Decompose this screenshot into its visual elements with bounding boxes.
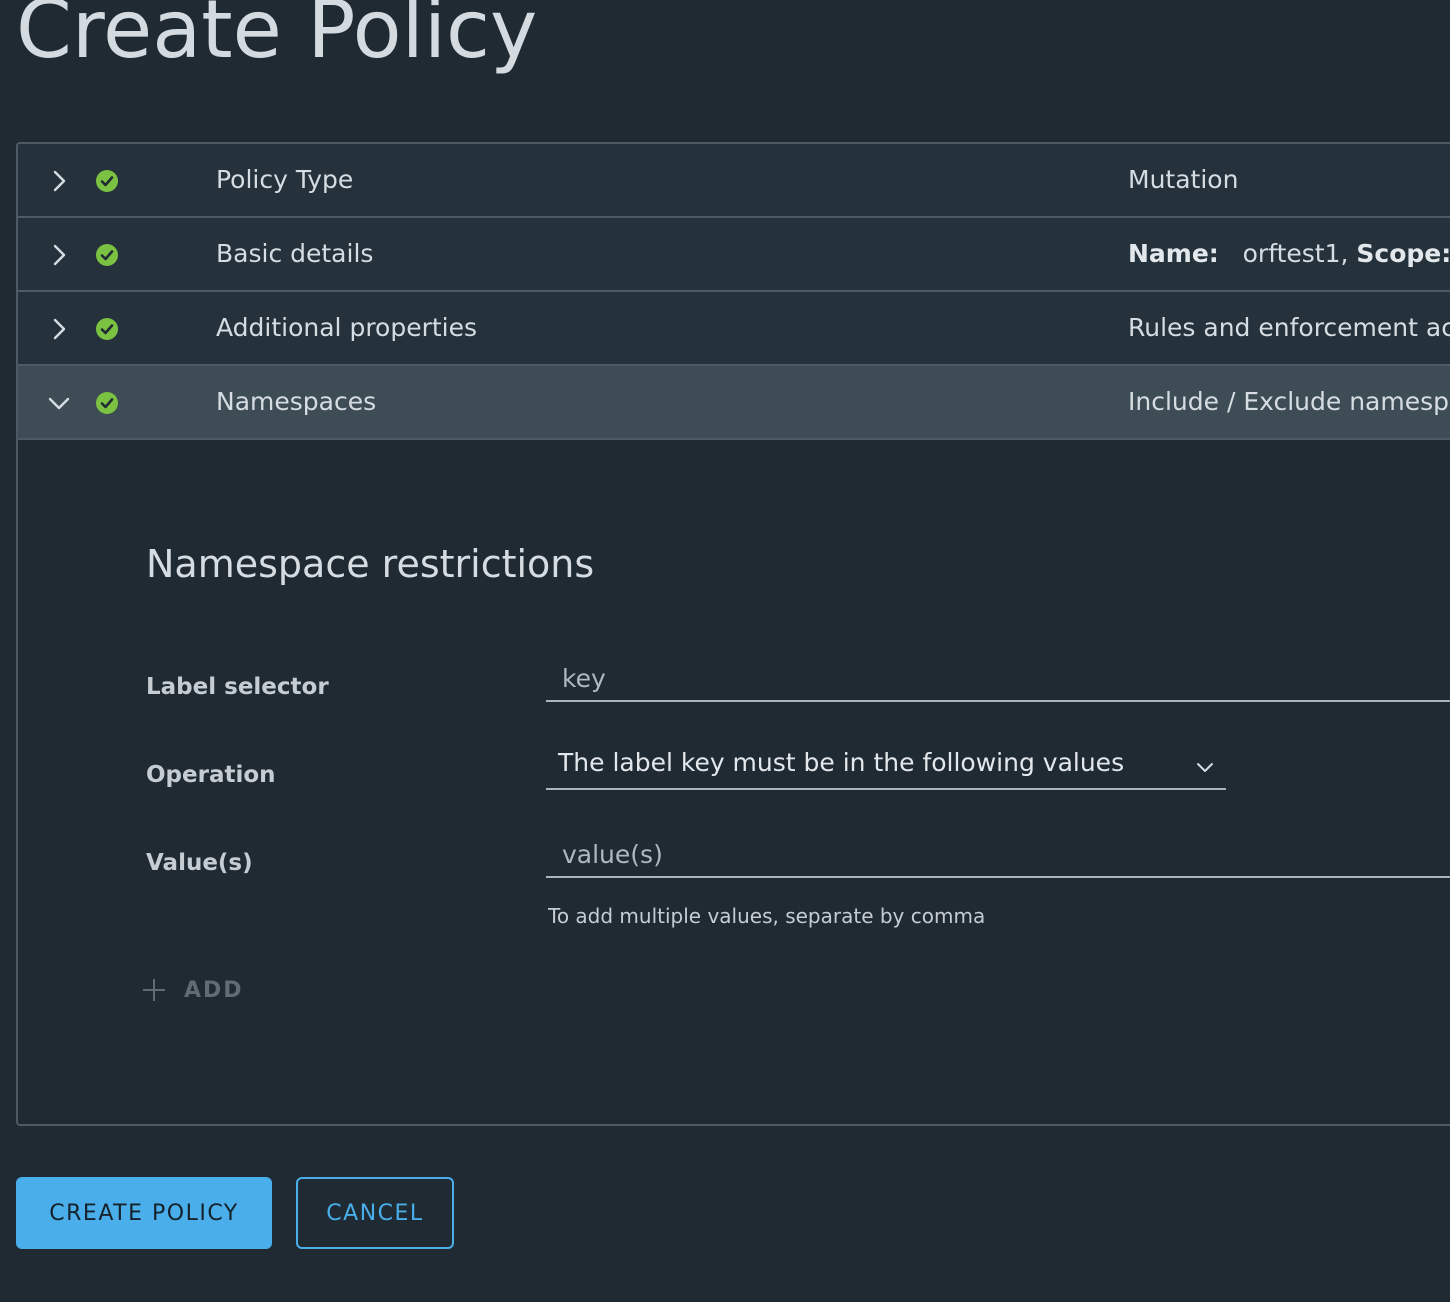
check-circle-icon xyxy=(96,318,118,340)
page-title: Create Policy xyxy=(16,0,538,76)
namespace-step-body: Namespace restrictions Label selector Op… xyxy=(18,440,1450,1124)
create-policy-page: Create Policy Policy Type Mutation Basic xyxy=(0,0,1450,1302)
operation-label: Operation xyxy=(146,762,276,788)
step-summary: Rules and enforcement ac xyxy=(1128,313,1450,342)
section-title: Namespace restrictions xyxy=(146,542,595,586)
values-input[interactable] xyxy=(546,832,1450,878)
check-circle-icon xyxy=(96,170,118,192)
step-additional-properties[interactable]: Additional properties Rules and enforcem… xyxy=(18,292,1450,366)
summary-name-label: Name: xyxy=(1128,239,1219,268)
step-basic-details[interactable]: Basic details Name: orftest1, Scope: c xyxy=(18,218,1450,292)
values-label: Value(s) xyxy=(146,850,253,876)
step-namespaces[interactable]: Namespaces Include / Exclude namespa xyxy=(18,366,1450,440)
add-label: ADD xyxy=(184,977,244,1003)
values-helper-text: To add multiple values, separate by comm… xyxy=(548,904,986,928)
chevron-right-icon[interactable] xyxy=(46,168,72,194)
add-restriction-button[interactable]: ADD xyxy=(140,970,244,1010)
chevron-right-icon[interactable] xyxy=(46,316,72,342)
policy-stepper: Policy Type Mutation Basic details Name:… xyxy=(16,142,1450,1126)
cancel-button[interactable]: CANCEL xyxy=(296,1177,454,1249)
chevron-down-icon[interactable] xyxy=(46,390,72,416)
step-summary: Name: orftest1, Scope: c xyxy=(1128,218,1450,290)
step-summary: Include / Exclude namespa xyxy=(1128,387,1450,416)
step-title: Namespaces xyxy=(216,387,377,416)
chevron-right-icon[interactable] xyxy=(46,242,72,268)
step-title: Policy Type xyxy=(216,165,354,194)
operation-select[interactable]: The label key must be in the following v… xyxy=(546,744,1226,790)
step-title: Additional properties xyxy=(216,313,478,342)
step-summary: Mutation xyxy=(1128,165,1239,194)
label-selector-input[interactable] xyxy=(546,656,1450,702)
step-policy-type[interactable]: Policy Type Mutation xyxy=(18,144,1450,218)
label-selector-label: Label selector xyxy=(146,674,329,700)
chevron-down-icon xyxy=(1197,763,1213,772)
summary-scope-label: Scope: xyxy=(1356,239,1450,268)
create-policy-button[interactable]: CREATE POLICY xyxy=(16,1177,272,1249)
plus-icon xyxy=(143,979,165,1001)
check-circle-icon xyxy=(96,392,118,414)
operation-selected-value: The label key must be in the following v… xyxy=(558,748,1125,777)
step-title: Basic details xyxy=(216,239,374,268)
summary-name-value: orftest1, xyxy=(1242,239,1349,268)
check-circle-icon xyxy=(96,244,118,266)
